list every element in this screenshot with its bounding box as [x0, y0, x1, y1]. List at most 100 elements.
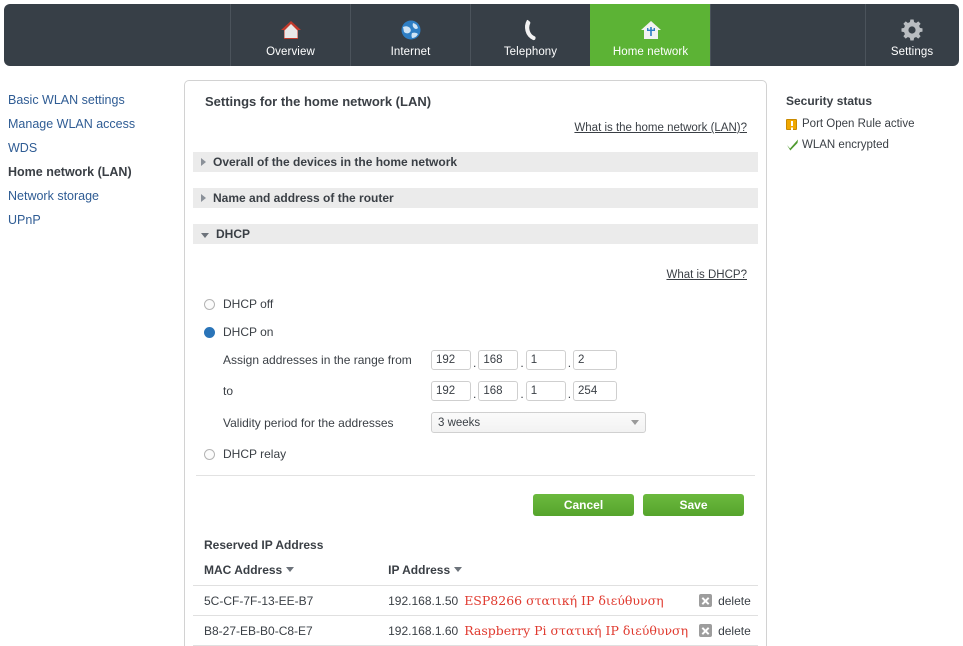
reserved-ip-table-body: 5C-CF-7F-13-EE-B7 192.168.1.50 ESP8266 στ… — [193, 585, 758, 646]
radio-dhcp-off[interactable] — [204, 298, 215, 310]
table-row: 5C-CF-7F-13-EE-B7 192.168.1.50 ESP8266 στ… — [193, 585, 758, 616]
phone-handset-icon — [516, 17, 546, 43]
nav-item-home-network[interactable]: Home network — [590, 4, 710, 66]
nav-item-settings[interactable]: Settings — [865, 4, 958, 66]
radio-dhcp-on[interactable] — [204, 326, 215, 338]
range-to-octet-2[interactable] — [478, 381, 519, 401]
security-status-item-wlan-encrypted: WLAN encrypted — [786, 139, 963, 151]
column-label-ip-address: IP Address — [388, 563, 451, 577]
section-label-dhcp: DHCP — [216, 227, 251, 241]
column-header-mac-address[interactable]: MAC Address — [193, 563, 383, 586]
validity-period-value: 3 weeks — [438, 416, 481, 429]
column-header-actions — [688, 563, 758, 586]
radio-option-dhcp-off[interactable]: DHCP off — [193, 297, 758, 311]
cell-ip-address: 192.168.1.60 Raspberry Pi στατική IP διεύ… — [382, 615, 689, 646]
chevron-right-icon — [201, 158, 206, 166]
nav-label-internet: Internet — [390, 45, 431, 58]
range-from-octet-3[interactable] — [525, 350, 566, 370]
sidebar-item-basic-wlan-settings[interactable]: Basic WLAN settings — [0, 88, 180, 112]
field-label-range-from: Assign addresses in the range from — [223, 353, 412, 367]
range-from-octet-1[interactable] — [431, 350, 471, 370]
range-to-octet-4[interactable] — [573, 381, 618, 401]
cell-delete-action: delete — [688, 615, 758, 646]
section-header-router-name-address[interactable]: Name and address of the router — [193, 188, 758, 208]
ip-dot-separator: . — [567, 387, 572, 401]
reserved-ip-section: Reserved IP Address MAC Address IP Addre… — [185, 538, 766, 646]
ip-dot-separator: . — [473, 356, 477, 370]
validity-period-select[interactable]: 3 weeks — [431, 412, 646, 433]
section-label-overall-devices: Overall of the devices in the home netwo… — [213, 155, 458, 169]
nav-label-settings: Settings — [890, 45, 934, 58]
radio-option-dhcp-on[interactable]: DHCP on — [193, 325, 758, 339]
sidebar-item-manage-wlan-access[interactable]: Manage WLAN access — [0, 112, 180, 136]
page-title: Settings for the home network (LAN) — [205, 94, 432, 109]
section-header-dhcp[interactable]: DHCP — [193, 224, 758, 244]
right-sidebar: Security status Port Open Rule active WL… — [786, 94, 963, 160]
range-from-octet-4[interactable] — [573, 350, 618, 370]
reserved-ip-table: MAC Address IP Address 5C-CF-7F-13-EE-B7… — [193, 563, 758, 646]
sort-descending-icon — [454, 567, 463, 572]
nav-label-home-network: Home network — [612, 45, 689, 58]
security-status-label-port-open-rule: Port Open Rule active — [802, 118, 915, 130]
table-row: B8-27-EB-B0-C8-E7 192.168.1.60 Raspberry … — [193, 615, 758, 646]
ip-value: 192.168.1.50 — [388, 594, 459, 608]
nav-item-internet[interactable]: Internet — [350, 4, 470, 66]
reserved-ip-title: Reserved IP Address — [204, 538, 324, 552]
radio-label-dhcp-on: DHCP on — [223, 325, 274, 339]
section-label-router-name-address: Name and address of the router — [213, 191, 394, 205]
dhcp-help-row: What is DHCP? — [193, 244, 758, 283]
field-row-range-from: Assign addresses in the range from . . . — [193, 350, 758, 370]
ip-input-group-from: . . . — [431, 350, 618, 370]
nav-item-telephony[interactable]: Telephony — [470, 4, 590, 66]
save-button[interactable]: Save — [643, 494, 744, 516]
close-icon — [699, 594, 713, 607]
sidebar-item-wds[interactable]: WDS — [0, 136, 180, 160]
ip-value: 192.168.1.60 — [388, 624, 459, 638]
chevron-down-icon — [201, 232, 209, 238]
field-row-range-to: to . . . — [193, 381, 758, 401]
ip-dot-separator: . — [520, 387, 524, 401]
ip-annotation-note: Raspberry Pi στατική IP διεύθυνση — [464, 623, 689, 638]
check-icon — [786, 139, 802, 151]
radio-dhcp-relay[interactable] — [204, 448, 215, 460]
dhcp-settings-body: What is DHCP? DHCP off DHCP on Assign ad… — [185, 244, 766, 516]
column-header-ip-address[interactable]: IP Address — [382, 563, 689, 586]
warning-icon — [786, 118, 802, 130]
range-to-octet-1[interactable] — [431, 381, 471, 401]
security-status-title: Security status — [786, 94, 873, 108]
field-label-validity-period: Validity period for the addresses — [223, 415, 394, 430]
globe-icon — [396, 17, 426, 43]
table-header-row: MAC Address IP Address — [193, 563, 758, 586]
help-link-home-network[interactable]: What is the home network (LAN)? — [574, 122, 747, 134]
field-row-validity-period: Validity period for the addresses 3 week… — [193, 412, 758, 433]
nav-spacer-middle — [710, 4, 865, 66]
sidebar-item-home-network-lan[interactable]: Home network (LAN) — [0, 160, 180, 184]
nav-label-telephony: Telephony — [503, 45, 558, 58]
section-header-overall-devices[interactable]: Overall of the devices in the home netwo… — [193, 152, 758, 172]
range-to-octet-3[interactable] — [525, 381, 566, 401]
cell-mac-address: B8-27-EB-B0-C8-E7 — [193, 615, 383, 646]
security-status-label-wlan-encrypted: WLAN encrypted — [802, 139, 889, 151]
nav-item-overview[interactable]: Overview — [230, 4, 350, 66]
house-red-icon — [276, 17, 306, 43]
sidebar-item-upnp[interactable]: UPnP — [0, 208, 180, 232]
sidebar-item-network-storage[interactable]: Network storage — [0, 184, 180, 208]
cancel-button[interactable]: Cancel — [533, 494, 634, 516]
nav-spacer-left — [4, 4, 230, 66]
delete-button[interactable]: delete — [699, 594, 758, 608]
column-label-mac-address: MAC Address — [204, 563, 283, 577]
chevron-right-icon — [201, 194, 206, 202]
help-link-dhcp[interactable]: What is DHCP? — [666, 269, 747, 281]
nav-label-overview: Overview — [266, 45, 315, 58]
cell-mac-address: 5C-CF-7F-13-EE-B7 — [193, 585, 383, 616]
main-content-panel: Settings for the home network (LAN) What… — [184, 80, 767, 646]
ip-dot-separator: . — [473, 387, 477, 401]
ip-annotation-note: ESP8266 στατική IP διεύθυνση — [464, 593, 664, 608]
cell-ip-address: 192.168.1.50 ESP8266 στατική IP διεύθυνση — [382, 585, 689, 616]
ip-dot-separator: . — [520, 356, 524, 370]
range-from-octet-2[interactable] — [478, 350, 519, 370]
chevron-down-icon — [631, 420, 639, 425]
ip-input-group-to: . . . — [431, 381, 618, 401]
sort-descending-icon — [286, 567, 295, 572]
radio-option-dhcp-relay[interactable]: DHCP relay — [193, 447, 758, 461]
